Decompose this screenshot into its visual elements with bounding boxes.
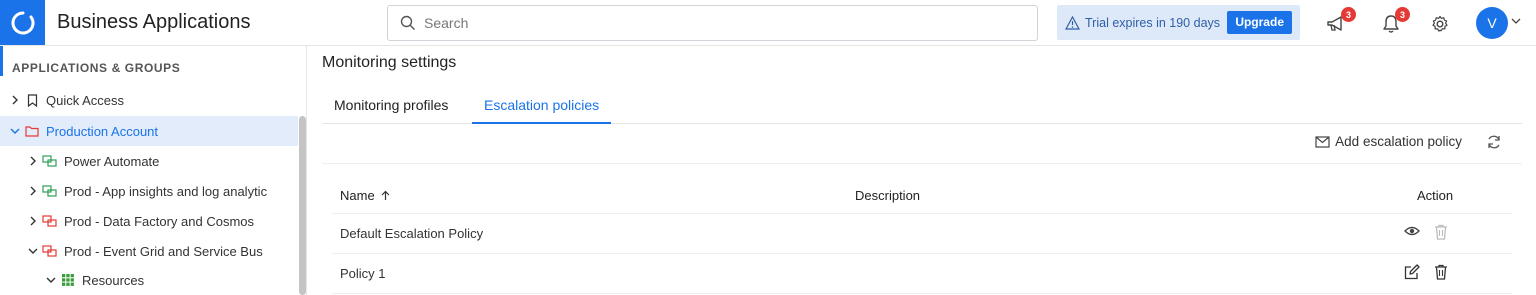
page-title: Monitoring settings: [322, 54, 457, 71]
table-row: Default Escalation Policy: [332, 214, 1512, 254]
chevron-right-icon[interactable]: [27, 155, 39, 167]
chevron-down-icon[interactable]: [9, 125, 21, 137]
sidebar-scrollbar[interactable]: [299, 116, 306, 295]
grid-icon: [60, 273, 76, 287]
row-actions: [1404, 224, 1448, 240]
trial-banner: Trial expires in 190 days Upgrade: [1057, 5, 1300, 40]
search-box[interactable]: [387, 5, 1038, 41]
chevron-down-icon[interactable]: [1511, 17, 1521, 25]
tree-item-resources[interactable]: Resources: [0, 265, 298, 295]
edit-icon[interactable]: [1404, 264, 1420, 280]
tree-item-event-grid[interactable]: Prod - Event Grid and Service Bus: [0, 236, 298, 266]
tree-item-data-factory[interactable]: Prod - Data Factory and Cosmos: [0, 206, 298, 236]
tree-item-label: Power Automate: [64, 153, 160, 169]
trial-text: Trial expires in 190 days: [1085, 15, 1221, 30]
logo-ring-icon: [11, 11, 34, 34]
tree-item-app-insights[interactable]: Prod - App insights and log analytic: [0, 176, 298, 206]
view-icon[interactable]: [1404, 224, 1420, 238]
upgrade-button[interactable]: Upgrade: [1227, 11, 1292, 34]
search-icon: [400, 15, 415, 30]
column-header-action: Action: [1417, 188, 1454, 203]
tree-item-power-automate[interactable]: Power Automate: [0, 146, 298, 176]
tree-item-label: Prod - Data Factory and Cosmos: [64, 213, 255, 229]
announcements-button[interactable]: 3: [1325, 7, 1356, 36]
table-header-row: Name Description Action: [332, 176, 1512, 214]
warning-icon: [1065, 15, 1080, 30]
column-header-description: Description: [855, 188, 921, 203]
sort-arrow-up-icon[interactable]: [381, 190, 390, 201]
folder-icon: [24, 124, 40, 138]
notifications-button[interactable]: 3: [1379, 7, 1410, 36]
tree-item-label: Prod - App insights and log analytic: [64, 183, 268, 199]
sidebar-accent-bar: [0, 46, 3, 76]
refresh-icon[interactable]: [1486, 134, 1502, 150]
notifications-badge: 3: [1395, 7, 1410, 22]
tab-monitoring-profiles[interactable]: Monitoring profiles: [322, 92, 460, 124]
tree-item-production-account[interactable]: Production Account: [0, 116, 298, 146]
tree-item-label: Quick Access: [46, 92, 125, 108]
gear-icon: [1432, 15, 1448, 32]
toolbar: Add escalation policy: [322, 124, 1522, 164]
chevron-right-icon[interactable]: [27, 215, 39, 227]
main-content: Monitoring settings Monitoring profiles …: [308, 46, 1536, 295]
chevron-right-icon[interactable]: [27, 185, 39, 197]
add-escalation-policy-label: Add escalation policy: [1335, 134, 1462, 149]
tree-item-label: Production Account: [46, 123, 159, 139]
escalation-policies-table: Name Description Action Default Escalati…: [332, 176, 1512, 294]
policy-name: Default Escalation Policy: [340, 226, 484, 241]
chevron-down-icon[interactable]: [45, 274, 57, 286]
policy-name: Policy 1: [340, 266, 386, 281]
app-title: Business Applications: [57, 11, 251, 33]
sidebar-heading: APPLICATIONS & GROUPS: [12, 61, 181, 75]
row-actions: [1404, 264, 1448, 280]
envelope-icon: [1315, 135, 1330, 148]
delete-icon[interactable]: [1434, 224, 1448, 240]
table-row: Policy 1: [332, 254, 1512, 294]
group-icon: [42, 184, 58, 198]
tree-item-label: Prod - Event Grid and Service Bus: [64, 243, 263, 259]
tree-item-quick-access[interactable]: Quick Access: [0, 85, 298, 115]
settings-button[interactable]: [1428, 12, 1452, 36]
announcements-badge: 3: [1341, 7, 1356, 22]
tree-item-label: Resources: [82, 272, 145, 288]
top-header: Business Applications Trial expires in 1…: [0, 0, 1536, 46]
group-icon: [42, 244, 58, 258]
column-header-name[interactable]: Name: [340, 188, 390, 203]
bookmark-icon: [24, 93, 40, 107]
column-header-name-label: Name: [340, 188, 375, 203]
delete-icon[interactable]: [1434, 264, 1448, 280]
app-logo[interactable]: [0, 0, 45, 45]
user-avatar[interactable]: V: [1476, 7, 1508, 39]
group-icon: [42, 214, 58, 228]
add-escalation-policy-button[interactable]: Add escalation policy: [1315, 134, 1462, 149]
chevron-down-icon[interactable]: [27, 245, 39, 257]
chevron-right-icon[interactable]: [9, 94, 21, 106]
tab-escalation-policies[interactable]: Escalation policies: [472, 92, 612, 124]
search-input[interactable]: [424, 15, 1004, 31]
sidebar: APPLICATIONS & GROUPS Quick Access Produ…: [0, 46, 307, 295]
tab-bar: Monitoring profiles Escalation policies: [322, 92, 1522, 124]
group-icon: [42, 154, 58, 168]
